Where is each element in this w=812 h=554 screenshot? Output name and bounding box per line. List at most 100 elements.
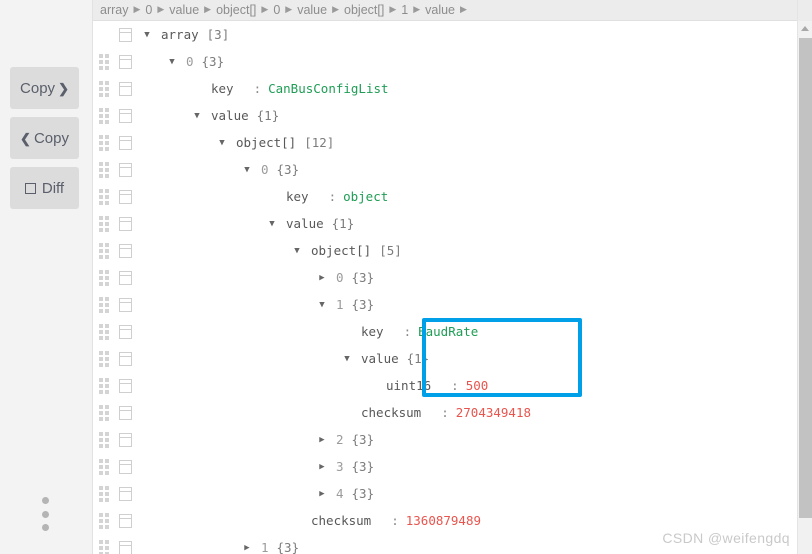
tree-row[interactable]: ▼ value {1} (93, 210, 797, 237)
watermark: CSDN @weifengdq (662, 530, 790, 546)
node-action-icon[interactable] (119, 486, 132, 501)
collapse-triangle-icon[interactable]: ▼ (265, 219, 279, 229)
node-value[interactable]: object (343, 189, 388, 204)
breadcrumb-item-2[interactable]: value (167, 3, 201, 17)
vertical-dots-icon[interactable] (38, 497, 52, 531)
tree-row[interactable]: ▶ uint16:500 (93, 372, 797, 399)
drag-handle-icon[interactable] (99, 188, 111, 205)
tree-row[interactable]: ▶ key: CanBusConfigList (93, 75, 797, 102)
node-action-icon[interactable] (119, 270, 132, 285)
breadcrumb-item-6[interactable]: object[] (342, 3, 386, 17)
breadcrumb-separator-icon: ▶ (204, 3, 212, 14)
drag-handle-icon[interactable] (99, 323, 111, 340)
node-action-icon[interactable] (119, 243, 132, 258)
copy-left-button[interactable]: ❮ Copy (10, 117, 79, 159)
tree-row[interactable]: ▶ checksum:2704349418 (93, 399, 797, 426)
drag-handle-icon[interactable] (99, 269, 111, 286)
node-value[interactable]: 500 (466, 378, 489, 393)
expand-triangle-icon[interactable]: ▶ (315, 273, 329, 283)
breadcrumb-item-0[interactable]: array (98, 3, 130, 17)
expand-triangle-icon[interactable]: ▶ (240, 543, 254, 553)
node-action-icon[interactable] (119, 513, 132, 528)
drag-handle-icon[interactable] (99, 458, 111, 475)
collapse-triangle-icon[interactable]: ▼ (215, 138, 229, 148)
collapse-triangle-icon[interactable]: ▼ (315, 300, 329, 310)
drag-handle-icon[interactable] (99, 539, 111, 554)
tree-row[interactable]: ▼ array [3] (93, 21, 797, 48)
node-action-icon[interactable] (119, 27, 132, 42)
node-action-icon[interactable] (119, 405, 132, 420)
node-action-icon[interactable] (119, 297, 132, 312)
node-action-icon[interactable] (119, 324, 132, 339)
expand-triangle-icon[interactable]: ▶ (315, 489, 329, 499)
breadcrumb-item-3[interactable]: object[] (214, 3, 258, 17)
node-action-icon[interactable] (119, 108, 132, 123)
drag-handle-icon[interactable] (99, 485, 111, 502)
node-value[interactable]: 1360879489 (406, 513, 481, 528)
collapse-triangle-icon[interactable]: ▼ (165, 57, 179, 67)
tree-row[interactable]: ▼ 0 {3} (93, 156, 797, 183)
scroll-up-arrow-icon[interactable] (798, 21, 812, 36)
tree-row[interactable]: ▼ value {1} (93, 102, 797, 129)
expand-triangle-icon[interactable]: ▶ (315, 435, 329, 445)
node-action-icon[interactable] (119, 540, 132, 554)
tree-row[interactable]: ▼ value {1} (93, 345, 797, 372)
tree-row[interactable]: ▼ 0 {3} (93, 48, 797, 75)
tree-row[interactable]: ▶ key: object (93, 183, 797, 210)
drag-handle-icon[interactable] (99, 80, 111, 97)
collapse-triangle-icon[interactable]: ▼ (290, 246, 304, 256)
drag-handle-icon[interactable] (99, 404, 111, 421)
node-label: array (161, 27, 199, 42)
expand-triangle-icon[interactable]: ▶ (315, 462, 329, 472)
tree-row[interactable]: ▶ 3 {3} (93, 453, 797, 480)
tree-row[interactable]: ▶ 4 {3} (93, 480, 797, 507)
drag-handle-icon[interactable] (99, 296, 111, 313)
node-action-icon[interactable] (119, 378, 132, 393)
node-action-icon[interactable] (119, 459, 132, 474)
node-action-icon[interactable] (119, 135, 132, 150)
drag-handle-icon[interactable] (99, 377, 111, 394)
drag-handle-icon[interactable] (99, 350, 111, 367)
collapse-triangle-icon[interactable]: ▼ (340, 354, 354, 364)
collapse-triangle-icon[interactable]: ▼ (190, 111, 204, 121)
node-action-icon[interactable] (119, 162, 132, 177)
node-value[interactable]: BaudRate (418, 324, 478, 339)
breadcrumb-item-7[interactable]: 1 (399, 3, 410, 17)
drag-handle-icon[interactable] (99, 53, 111, 70)
drag-handle-icon[interactable] (99, 512, 111, 529)
breadcrumb-item-4[interactable]: 0 (271, 3, 282, 17)
drag-handle-icon[interactable] (99, 134, 111, 151)
scrollbar-thumb[interactable] (799, 38, 812, 518)
breadcrumb-item-1[interactable]: 0 (143, 3, 154, 17)
collapse-triangle-icon[interactable]: ▼ (240, 165, 254, 175)
node-action-icon[interactable] (119, 432, 132, 447)
diff-button[interactable]: Diff (10, 167, 79, 209)
drag-handle-icon[interactable] (99, 215, 111, 232)
node-action-icon[interactable] (119, 54, 132, 69)
drag-handle-icon[interactable] (99, 161, 111, 178)
node-action-icon[interactable] (119, 216, 132, 231)
tree-row[interactable]: ▼ object[] [5] (93, 237, 797, 264)
collapse-triangle-icon[interactable]: ▼ (140, 30, 154, 40)
tree-row[interactable]: ▶ 2 {3} (93, 426, 797, 453)
node-value[interactable]: 2704349418 (456, 405, 531, 420)
drag-handle-icon[interactable] (99, 107, 111, 124)
drag-handle-icon[interactable] (99, 242, 111, 259)
toggle-spacer: ▶ (290, 516, 304, 526)
tree-row[interactable]: ▶ 0 {3} (93, 264, 797, 291)
json-tree[interactable]: ▼ array [3] ▼ 0 {3} ▶ key: CanBusConfigList ▼ valu… (93, 21, 797, 554)
tree-row[interactable]: ▼ 1 {3} (93, 291, 797, 318)
node-value[interactable]: CanBusConfigList (268, 81, 388, 96)
node-action-icon[interactable] (119, 81, 132, 96)
copy-right-button[interactable]: Copy ❯ (10, 67, 79, 109)
drag-handle-icon[interactable] (99, 431, 111, 448)
tree-row[interactable]: ▶ key: BaudRate (93, 318, 797, 345)
node-action-icon[interactable] (119, 189, 132, 204)
node-action-icon[interactable] (119, 351, 132, 366)
node-label: 2 (336, 432, 344, 447)
breadcrumb-item-8[interactable]: value (423, 3, 457, 17)
node-count: {1} (331, 216, 355, 231)
breadcrumb-item-5[interactable]: value (295, 3, 329, 17)
tree-row[interactable]: ▼ object[] [12] (93, 129, 797, 156)
vertical-scrollbar[interactable] (797, 0, 812, 554)
